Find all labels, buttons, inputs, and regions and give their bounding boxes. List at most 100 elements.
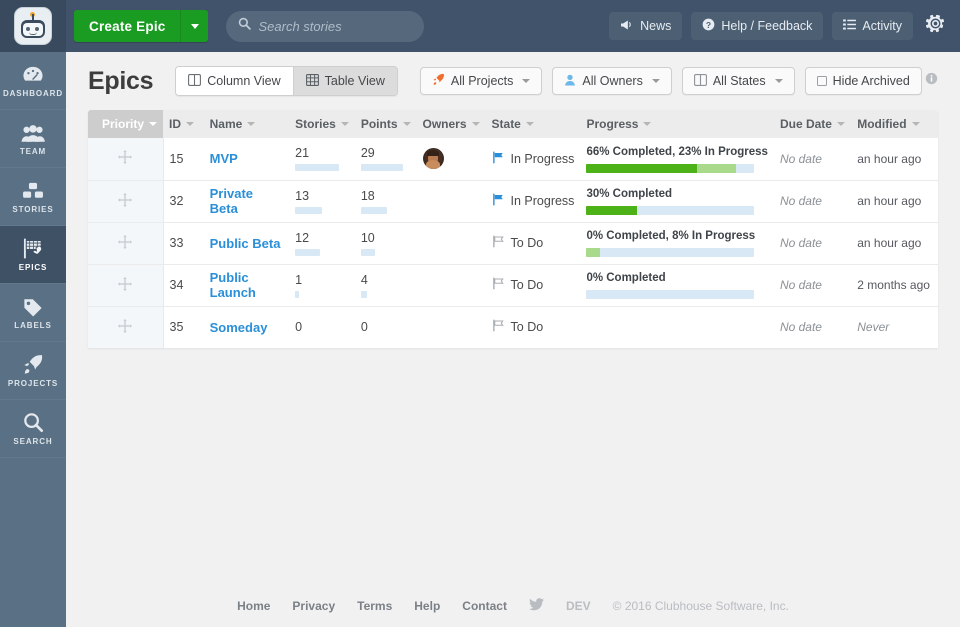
row-drag-cell[interactable] (88, 222, 164, 265)
column-header-id[interactable]: ID (163, 110, 204, 138)
footer-link-home[interactable]: Home (237, 599, 270, 613)
create-epic-dropdown-button[interactable] (180, 10, 209, 42)
cell-due-date: No date (774, 306, 851, 348)
table-row[interactable]: 33 Public Beta 12 10 To Do 0% Completed, 8% I… (88, 222, 938, 265)
column-header-state[interactable]: State (485, 110, 581, 138)
sidebar-item-team[interactable]: TEAM (0, 110, 66, 168)
stories-bar (295, 164, 340, 172)
create-epic-group: Create Epic (74, 10, 209, 42)
all-owners-filter[interactable]: All Owners (552, 67, 672, 95)
column-view-button[interactable]: Column View (176, 67, 293, 95)
chevron-down-icon (471, 122, 480, 126)
sidebar-item-search[interactable]: SEARCH (0, 400, 66, 458)
sidebar-item-stories[interactable]: STORIES (0, 168, 66, 226)
sidebar-item-dashboard[interactable]: DASHBOARD (0, 52, 66, 110)
settings-gear-button[interactable] (922, 13, 948, 39)
footer-link-contact[interactable]: Contact (462, 599, 507, 613)
chevron-down-icon (643, 122, 652, 126)
epic-name-link[interactable]: MVP (210, 151, 238, 166)
cell-name[interactable]: Private Beta (203, 180, 290, 223)
table-view-button[interactable]: Table View (292, 67, 397, 95)
row-drag-cell[interactable] (88, 180, 164, 223)
drag-handle-icon[interactable] (118, 276, 133, 294)
row-drag-cell[interactable] (88, 138, 164, 181)
row-drag-cell[interactable] (88, 264, 164, 307)
chevron-down-icon (149, 122, 158, 126)
progress-completed-segment (586, 206, 637, 215)
chevron-down-icon (911, 122, 920, 126)
column-header-name[interactable]: Name (203, 110, 290, 138)
footer-link-help[interactable]: Help (414, 599, 440, 613)
sidebar-item-epics[interactable]: EPICS (0, 226, 66, 284)
search-stories-box[interactable] (226, 10, 425, 42)
table-row[interactable]: 15 MVP 21 29 In Progress 66% Completed, 23% I… (88, 138, 938, 181)
news-label: News (640, 19, 672, 33)
flag-outline-icon (492, 277, 505, 293)
table-row[interactable]: 32 Private Beta 13 18 In Progress 30% Complet… (88, 180, 938, 223)
rocket-icon (22, 353, 44, 375)
cell-points: 10 (354, 222, 417, 265)
view-switcher: Column View Table View (175, 66, 398, 96)
progress-label: 30% Completed (586, 188, 673, 200)
sidebar-item-labels[interactable]: LABELS (0, 284, 66, 342)
search-icon (238, 17, 252, 35)
search-input[interactable] (258, 18, 413, 34)
cell-name[interactable]: MVP (203, 138, 290, 181)
help-feedback-button[interactable]: ? Help / Feedback (691, 12, 824, 40)
column-header-owners[interactable]: Owners (416, 110, 486, 138)
app-logo[interactable] (0, 0, 66, 52)
chevron-down-icon (836, 122, 845, 126)
column-header-progress[interactable]: Progress (580, 110, 774, 138)
news-button[interactable]: News (609, 12, 683, 40)
cell-state[interactable]: In Progress (485, 138, 581, 181)
stories-bar (295, 206, 323, 214)
header-label: Stories (295, 117, 336, 131)
hide-archived-toggle[interactable]: Hide Archived (804, 67, 922, 95)
cell-points: 4 (354, 264, 417, 307)
all-projects-filter[interactable]: All Projects (419, 67, 543, 95)
table-row[interactable]: 35 Someday 0 0 To Do No date Never (88, 306, 938, 348)
modified-value: an hour ago (857, 236, 922, 250)
row-drag-cell[interactable] (88, 306, 164, 348)
stories-count: 1 (295, 272, 303, 287)
drag-handle-icon[interactable] (118, 234, 133, 252)
column-header-priority[interactable]: Priority (88, 110, 164, 138)
sidebar-item-projects[interactable]: PROJECTS (0, 342, 66, 400)
table-row[interactable]: 34 Public Launch 1 4 To Do 0% Completed No dat… (88, 264, 938, 307)
drag-handle-icon[interactable] (118, 192, 133, 210)
cell-name[interactable]: Public Launch (203, 264, 290, 307)
column-header-modified[interactable]: Modified (851, 110, 938, 138)
points-count: 0 (360, 320, 368, 335)
cell-state[interactable]: To Do (485, 222, 581, 265)
epic-name-link[interactable]: Public Beta (210, 236, 281, 251)
all-states-filter[interactable]: All States (681, 67, 795, 95)
avatar[interactable] (422, 148, 444, 170)
twitter-bird-icon[interactable] (529, 598, 544, 614)
activity-button[interactable]: Activity (832, 12, 913, 40)
cell-points: 18 (354, 180, 417, 223)
epic-name-link[interactable]: Private Beta (210, 186, 253, 216)
table-header-row: Priority ID Name Stories Points Owners S… (88, 110, 938, 138)
cell-owners (416, 222, 486, 265)
column-header-points[interactable]: Points (354, 110, 417, 138)
chevron-down-icon (525, 122, 534, 126)
progress-label: 0% Completed, 8% In Progress (586, 230, 756, 242)
cell-progress (580, 306, 774, 348)
epic-name-link[interactable]: Someday (210, 320, 268, 335)
footer-link-terms[interactable]: Terms (357, 599, 392, 613)
column-header-due-date[interactable]: Due Date (773, 110, 852, 138)
cell-name[interactable]: Public Beta (203, 222, 290, 265)
create-epic-button[interactable]: Create Epic (74, 10, 181, 42)
cell-state[interactable]: To Do (485, 264, 581, 307)
info-button[interactable] (925, 72, 938, 90)
epic-name-link[interactable]: Public Launch (210, 270, 256, 300)
drag-handle-icon[interactable] (118, 318, 133, 336)
cell-state[interactable]: In Progress (485, 180, 581, 223)
cell-state[interactable]: To Do (486, 306, 581, 348)
column-header-stories[interactable]: Stories (289, 110, 355, 138)
cell-name[interactable]: Someday (204, 306, 290, 348)
page-footer: Home Privacy Terms Help Contact DEV © 20… (66, 585, 960, 627)
drag-handle-icon[interactable] (118, 150, 133, 167)
chevron-down-icon (774, 79, 783, 83)
footer-link-privacy[interactable]: Privacy (292, 599, 335, 613)
